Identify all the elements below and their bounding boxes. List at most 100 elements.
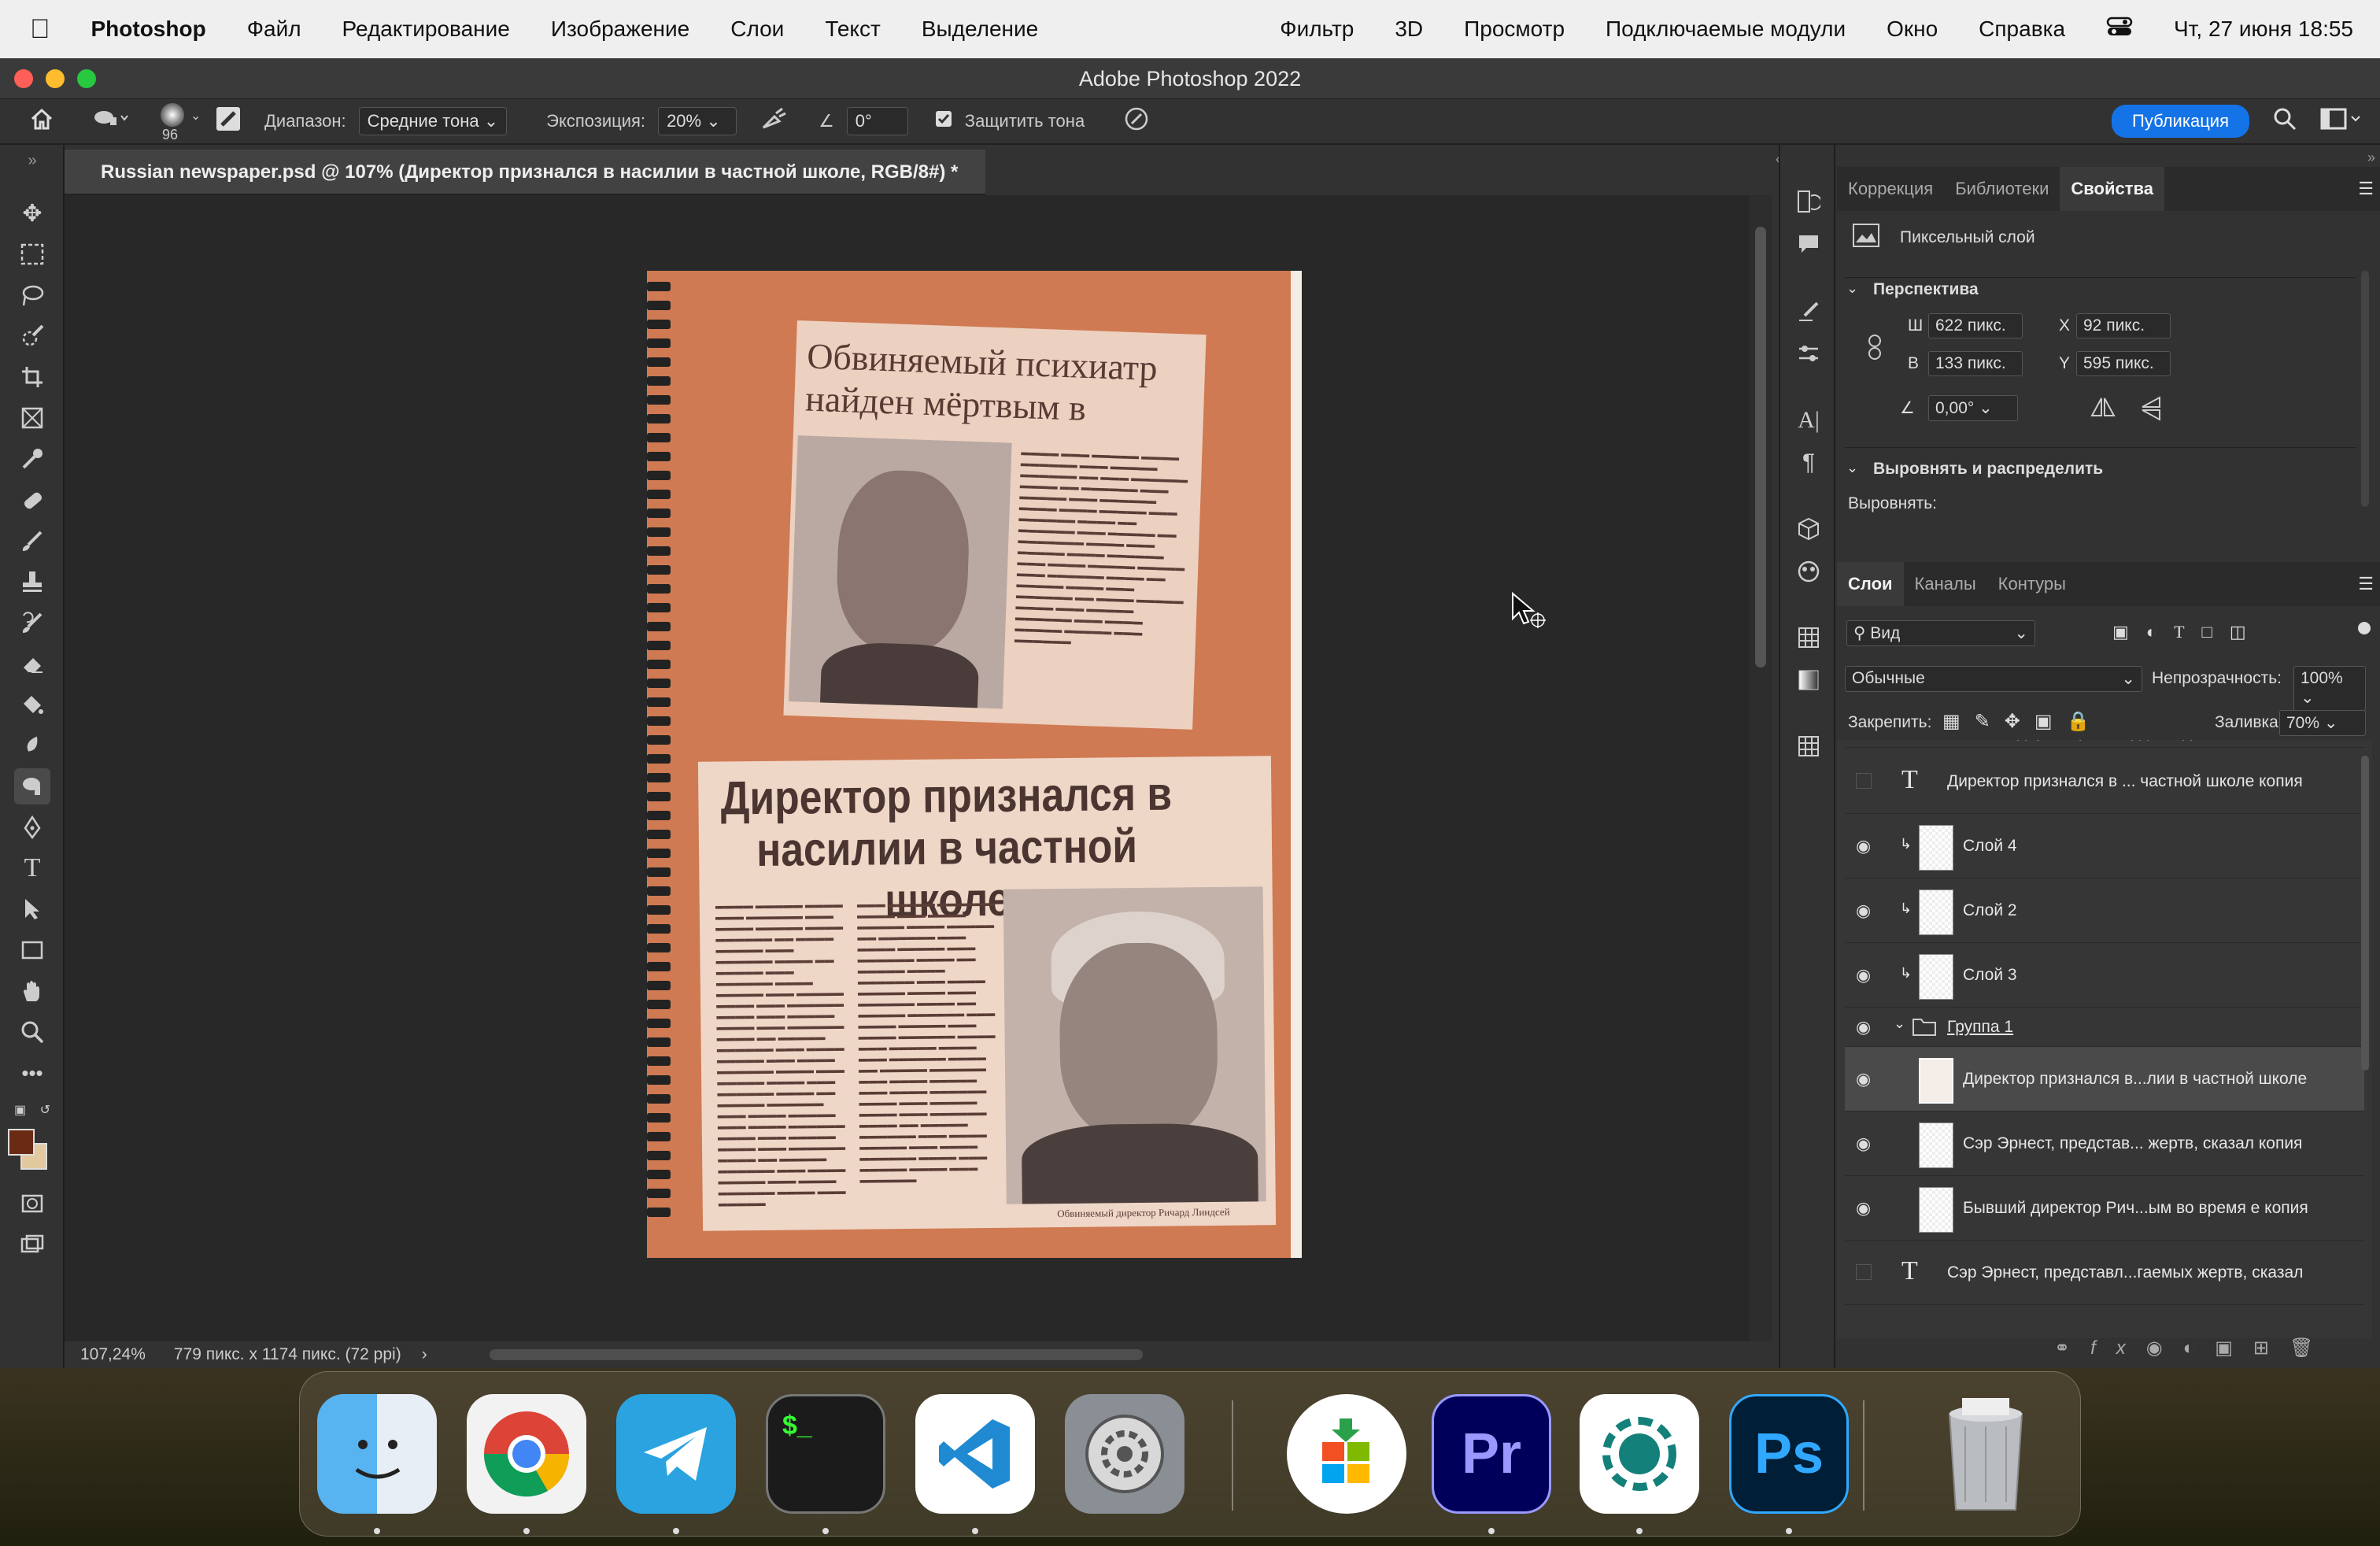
layer-filter-select[interactable]: ⚲ Вид ⌄	[1846, 620, 2035, 646]
publish-button[interactable]: Публикация	[2112, 105, 2249, 138]
horizontal-scrollbar[interactable]	[490, 1349, 1143, 1360]
crop-tool-icon[interactable]	[14, 359, 50, 395]
document-tab[interactable]: Russian newspaper.psd @ 107% (Директор п…	[65, 150, 985, 195]
hand-tool-icon[interactable]	[14, 973, 50, 1009]
link-dimensions-icon[interactable]	[1867, 334, 1883, 365]
panel-menu-icon[interactable]: ☰	[2358, 574, 2374, 594]
premiere-pro-icon[interactable]: Pr	[1432, 1394, 1551, 1514]
width-input[interactable]: 622 пикс.	[1928, 313, 2023, 338]
delete-layer-icon[interactable]: 🗑	[2289, 1337, 2334, 1359]
new-layer-icon[interactable]: ⊞	[2253, 1337, 2289, 1359]
paragraph-panel-icon[interactable]: ¶	[1791, 446, 1826, 480]
menu-image[interactable]: Изображение	[530, 17, 710, 42]
chrome-icon[interactable]	[467, 1394, 586, 1514]
control-center-icon[interactable]	[2086, 17, 2153, 43]
filter-pixel-icon[interactable]: ▣	[2112, 622, 2146, 642]
brush-settings-panel-icon[interactable]	[1791, 294, 1826, 329]
filter-toggle-icon[interactable]	[2358, 622, 2371, 634]
lock-position-icon[interactable]: ✥	[2005, 711, 2034, 732]
zoom-window-button[interactable]	[77, 69, 96, 88]
dodge-tool-preset-icon[interactable]	[93, 108, 129, 135]
brush-settings-icon[interactable]	[216, 106, 241, 136]
lock-transparency-icon[interactable]: ▦	[1942, 711, 1975, 732]
add-mask-icon[interactable]: ◉	[2146, 1337, 2183, 1359]
tab-layers[interactable]: Слои	[1837, 562, 1904, 606]
swatches-panel-icon[interactable]	[1791, 620, 1826, 655]
rectangle-tool-icon[interactable]	[14, 932, 50, 968]
lasso-tool-icon[interactable]	[14, 277, 50, 313]
frame-tool-icon[interactable]	[14, 400, 50, 436]
menu-help[interactable]: Справка	[1958, 17, 2086, 42]
rotation-angle-input[interactable]: 0,00° ⌄	[1928, 395, 2018, 421]
character-panel-icon[interactable]: A|	[1791, 403, 1826, 438]
layer-row[interactable]: ◉ ↳ Слой 3	[1845, 943, 2364, 1008]
menu-filter[interactable]: Фильтр	[1259, 17, 1374, 42]
3d-panel-icon[interactable]	[1791, 512, 1826, 546]
zoom-level[interactable]: 107,24%	[80, 1345, 146, 1364]
menu-app-name[interactable]: Photoshop	[71, 17, 227, 42]
more-tools-icon[interactable]: •••	[14, 1055, 50, 1091]
chevron-down-icon[interactable]: ⌄	[1894, 1015, 1905, 1032]
chevron-down-icon[interactable]: ⌄	[1846, 280, 1858, 297]
perspective-section-title[interactable]: Перспектива	[1873, 280, 1979, 299]
eye-icon[interactable]: ◉	[1856, 901, 1876, 921]
move-tool-icon[interactable]: ✥	[14, 195, 50, 231]
dodge-tool-icon[interactable]	[14, 768, 50, 804]
brush-tool-icon[interactable]	[14, 523, 50, 559]
filter-type-icon[interactable]: T	[2174, 622, 2201, 642]
quick-mask-icon[interactable]	[14, 1185, 50, 1222]
group-row[interactable]: ◉ ⌄ Группа 1	[1845, 1008, 2364, 1047]
search-icon[interactable]	[2273, 107, 2297, 135]
properties-scrollbar[interactable]	[2361, 271, 2369, 507]
tab-libraries[interactable]: Библиотеки	[1944, 167, 2060, 211]
layer-row[interactable]: ◉ Сэр Эрнест, представ... жертв, сказал …	[1845, 1111, 2364, 1176]
angle-input[interactable]: 0°	[846, 107, 908, 135]
eye-icon[interactable]: ◉	[1856, 1134, 1876, 1154]
airbrush-icon[interactable]	[760, 107, 787, 135]
document-image[interactable]: Обвиняемый психиатр найден мёртвым в кам…	[647, 271, 1302, 1258]
eye-icon[interactable]: ◉	[1856, 965, 1876, 986]
quick-selection-tool-icon[interactable]	[14, 318, 50, 354]
menu-type[interactable]: Текст	[804, 17, 901, 42]
type-tool-icon[interactable]: T	[14, 850, 50, 886]
visibility-toggle[interactable]	[1856, 1264, 1872, 1280]
clone-stamp-tool-icon[interactable]	[14, 564, 50, 600]
menu-edit[interactable]: Редактирование	[322, 17, 530, 42]
menu-file[interactable]: Файл	[227, 17, 322, 42]
menu-layer[interactable]: Слои	[710, 17, 804, 42]
layer-row-selected[interactable]: ◉ Директор признался в...лии в частной ш…	[1845, 1047, 2364, 1111]
trash-icon[interactable]	[1926, 1394, 2046, 1514]
menu-plugins[interactable]: Подключаемые модули	[1585, 17, 1866, 42]
collapse-icon[interactable]: »	[14, 152, 50, 169]
filter-adjustment-icon[interactable]: ◐	[2146, 622, 2174, 642]
layer-row[interactable]: T Сэр Эрнест, представл...гаемых жертв, …	[1845, 1241, 2364, 1305]
visibility-toggle[interactable]	[1856, 773, 1872, 789]
patterns-panel-icon[interactable]	[1791, 729, 1826, 764]
flip-vertical-icon[interactable]	[2139, 395, 2163, 427]
eyedropper-tool-icon[interactable]	[14, 441, 50, 477]
pen-tool-icon[interactable]	[14, 809, 50, 845]
comments-panel-icon[interactable]	[1791, 227, 1826, 261]
eye-icon[interactable]: ◉	[1856, 1017, 1876, 1037]
protect-tones-checkbox[interactable]	[935, 110, 952, 132]
fill-input[interactable]: 70% ⌄	[2279, 710, 2366, 736]
menu-window[interactable]: Окно	[1866, 17, 1958, 42]
finder-icon[interactable]	[317, 1394, 437, 1514]
brush-preset-picker[interactable]: 96 ⌄	[153, 102, 201, 142]
range-select[interactable]: Средние тона ⌄	[358, 107, 508, 135]
marquee-tool-icon[interactable]	[14, 236, 50, 272]
status-expand-icon[interactable]: ›	[422, 1345, 427, 1364]
layer-style-icon[interactable]: fx	[2090, 1337, 2146, 1359]
lock-pixels-icon[interactable]: ✎	[1975, 711, 2005, 732]
new-adjustment-icon[interactable]: ◐	[2183, 1337, 2216, 1359]
vertical-scrollbar-thumb[interactable]	[1755, 227, 1766, 668]
chevron-down-icon[interactable]: ⌄	[1846, 460, 1858, 476]
link-layers-icon[interactable]: ⚭	[2054, 1337, 2090, 1359]
history-brush-tool-icon[interactable]	[14, 605, 50, 641]
photoshop-icon[interactable]: Ps	[1729, 1394, 1849, 1514]
panel-menu-icon[interactable]: ☰	[2358, 179, 2374, 199]
filter-smart-object-icon[interactable]: ◫	[2230, 622, 2264, 642]
tab-adjustments[interactable]: Коррекция	[1837, 167, 1944, 211]
system-settings-icon[interactable]	[1065, 1394, 1184, 1514]
expand-panels-icon[interactable]: »	[2367, 150, 2375, 166]
